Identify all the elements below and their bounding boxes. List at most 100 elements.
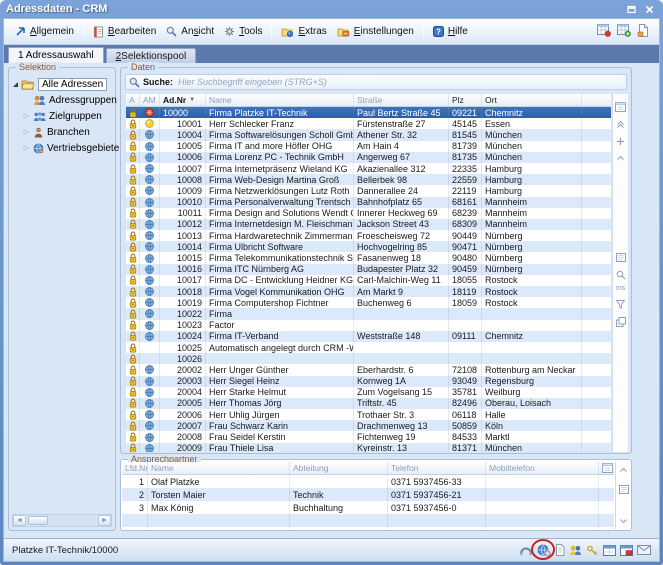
- address-row-10016[interactable]: 10016Firma ITC Nürnberg AGBudapester Pla…: [126, 264, 611, 275]
- search-input[interactable]: Suche: Hier Suchbegriff eingeben (STRG+S…: [125, 74, 627, 90]
- table-add-button[interactable]: [617, 24, 631, 40]
- contacts-column-header-name[interactable]: Name: [148, 462, 290, 474]
- contacts-column-header-ch[interactable]: [599, 462, 614, 474]
- menu-item-bearbeiten[interactable]: Bearbeiten: [88, 23, 161, 41]
- status-window-grid-icon[interactable]: [603, 545, 616, 556]
- address-row-10026[interactable]: 10026: [126, 353, 611, 364]
- tree-expander-closed-icon[interactable]: ▷: [23, 144, 30, 152]
- lock-icon: [129, 376, 137, 386]
- tree-item-vertriebsgebiete[interactable]: ▷Vertriebsgebiete: [11, 140, 113, 156]
- address-row-10007[interactable]: 10007Firma Internetpräsenz Wieland KGAka…: [126, 163, 611, 174]
- address-row-20007[interactable]: 20007Frau Schwarz KarinDrachmenweg 13508…: [126, 420, 611, 431]
- address-row-20009[interactable]: 20009Frau Thiele LisaKyreinstr. 1381371M…: [126, 443, 611, 452]
- menu-item-hilfe[interactable]: ?Hilfe: [428, 23, 473, 40]
- contacts-card-view-button[interactable]: [619, 485, 629, 494]
- address-row-10025[interactable]: 10025Automatisch angelegt durch CRM -Wie…: [126, 342, 611, 353]
- address-row-20002[interactable]: 20002Herr Unger GüntherEberhardstr. 6721…: [126, 364, 611, 375]
- column-header-plz[interactable]: Plz: [449, 94, 482, 106]
- cell-plz: 82496: [449, 398, 482, 409]
- scroll-up-button[interactable]: [616, 150, 625, 161]
- column-header-a[interactable]: A: [126, 94, 140, 106]
- cell-nr: 10004: [160, 129, 206, 140]
- status-mail-icon[interactable]: [637, 545, 651, 555]
- address-row-10005[interactable]: 10005Firma IT and more Höfler OHGAm Hain…: [126, 141, 611, 152]
- address-row-10014[interactable]: 10014Firma Ulbricht SoftwareHochvogelrin…: [126, 241, 611, 252]
- menu-item-extras[interactable]: Extras: [276, 23, 331, 40]
- address-row-10009[interactable]: 10009Firma Netzwerklösungen Lutz RothDan…: [126, 185, 611, 196]
- status-keys-icon[interactable]: [586, 545, 599, 556]
- address-row-20003[interactable]: 20003Herr Siegel HeinzKornweg 1A93049Reg…: [126, 376, 611, 387]
- tree-expander-closed-icon[interactable]: ▷: [23, 128, 30, 136]
- address-row-10004[interactable]: 10004Firma Softwarelösungen Scholl GmbHA…: [126, 129, 611, 140]
- address-row-10015[interactable]: 10015Firma Telekommunikationstechnik Sei…: [126, 252, 611, 263]
- address-row-10012[interactable]: 10012Firma Internetdesign M. Fleischmann…: [126, 219, 611, 230]
- scroll-right-icon[interactable]: ►: [98, 515, 111, 526]
- menu-item-tools[interactable]: Tools: [219, 23, 267, 40]
- column-header-ort[interactable]: Ort: [482, 94, 582, 106]
- expand-button[interactable]: [616, 133, 625, 146]
- address-row-20006[interactable]: 20006Herr Uhlig JürgenTrothaer Str. 3061…: [126, 409, 611, 420]
- column-header-name[interactable]: Name: [206, 94, 354, 106]
- address-row-10010[interactable]: 10010Firma Personalverwaltung Trentsch G…: [126, 197, 611, 208]
- filter-button[interactable]: [616, 296, 625, 309]
- tree-item-adressgruppen[interactable]: Adressgruppen: [11, 92, 113, 108]
- address-row-10011[interactable]: 10011Firma Design and Solutions Wendt Gm…: [126, 208, 611, 219]
- address-row-20005[interactable]: 20005Herr Thomas JörgTriftstr. 4582496Ob…: [126, 398, 611, 409]
- contacts-scroll-down-button[interactable]: [619, 518, 628, 525]
- column-header-nr[interactable]: Ad.Nr▼: [160, 94, 206, 106]
- scroll-left-icon[interactable]: ◄: [13, 515, 26, 526]
- column-header-strasse[interactable]: Straße: [354, 94, 449, 106]
- address-row-10017[interactable]: 10017Firma DC - Entwicklung Heidner KGCa…: [126, 275, 611, 286]
- tab-2[interactable]: 2 Selektionspool: [106, 48, 197, 63]
- address-row-10006[interactable]: 10006Firma Lorenz PC - Technik GmbHAnger…: [126, 152, 611, 163]
- tree-expander-open-icon[interactable]: [13, 82, 18, 87]
- table-red-button[interactable]: [597, 24, 611, 40]
- address-row-10019[interactable]: 10019Firma Computershop FichtnerBuchenwe…: [126, 297, 611, 308]
- contacts-column-header-nr[interactable]: Lfd.Nr.: [122, 462, 148, 474]
- contacts-column-header-mobil[interactable]: Mobiltelefon: [486, 462, 599, 474]
- contacts-scroll-up-button[interactable]: [619, 466, 628, 473]
- tree-item-alle-adressen[interactable]: Alle Adressen: [11, 76, 113, 92]
- address-row-10001[interactable]: 10001Herr Schlecker FranzFürstenstraße 2…: [126, 118, 611, 129]
- tree-horizontal-scrollbar[interactable]: ◄ ►: [12, 514, 112, 527]
- scroll-top-button[interactable]: [616, 116, 625, 129]
- status-document-icon[interactable]: [555, 544, 565, 556]
- address-row-10013[interactable]: 10013Firma Hardwaretechnik Zimmerman OHG…: [126, 230, 611, 241]
- tree-expander-closed-icon[interactable]: ▷: [23, 112, 30, 120]
- contact-row-3[interactable]: 3Max KönigBuchhaltung0371 5937456-0: [122, 501, 614, 514]
- address-row-10008[interactable]: 10008Firma Web-Design Martina GroßBeller…: [126, 174, 611, 185]
- contact-row-1[interactable]: 1Olaf Platzke0371 5937456-33: [122, 475, 614, 488]
- column-chooser-button[interactable]: [615, 98, 626, 112]
- address-row-10022[interactable]: 10022Firma: [126, 308, 611, 319]
- status-globe-gear-icon[interactable]: [537, 544, 551, 557]
- address-row-10000[interactable]: 10000Firma Platzke IT-TechnikPaul Bertz …: [126, 107, 611, 118]
- status-users-icon[interactable]: [569, 545, 582, 556]
- zoom-button[interactable]: [616, 266, 626, 280]
- contacts-column-header-telefon[interactable]: Telefon: [388, 462, 486, 474]
- scrollbar-thumb[interactable]: [28, 516, 48, 525]
- tab-1[interactable]: 1 Adressauswahl: [8, 47, 104, 63]
- address-row-10024[interactable]: 10024Firma IT-VerbandWeststraße 14809111…: [126, 331, 611, 342]
- layout-button[interactable]: [616, 313, 626, 327]
- menu-item-allgemein[interactable]: Allgemein: [10, 23, 79, 40]
- card-view-button[interactable]: [616, 249, 626, 262]
- close-button[interactable]: [642, 3, 657, 16]
- address-row-20008[interactable]: 20008Frau Seidel KerstinFichtenweg 19845…: [126, 431, 611, 442]
- menu-item-ansicht[interactable]: Ansicht: [161, 23, 219, 40]
- contacts-column-header-abteilung[interactable]: Abteilung: [290, 462, 388, 474]
- status-window-red-icon[interactable]: [620, 545, 633, 556]
- restore-button[interactable]: [624, 3, 639, 16]
- cell-a: [126, 364, 140, 375]
- address-row-10018[interactable]: 10018Firma Vogel Kommunikation OHGAm Mar…: [126, 286, 611, 297]
- ms-icon[interactable]: ms: [616, 285, 625, 292]
- address-row-10023[interactable]: 10023Factor: [126, 320, 611, 331]
- tree-item-branchen[interactable]: ▷Branchen: [11, 124, 113, 140]
- menu-item-einstellungen[interactable]: Einstellungen: [332, 23, 419, 40]
- cell-nr: 20006: [160, 409, 206, 420]
- tree-item-zielgruppen[interactable]: ▷Zielgruppen: [11, 108, 113, 124]
- column-header-am[interactable]: AM: [140, 94, 160, 106]
- column-header-extra[interactable]: [582, 94, 611, 106]
- address-row-20004[interactable]: 20004Herr Starke HelmutZum Vogelsang 153…: [126, 387, 611, 398]
- contact-row-2[interactable]: 2Torsten MaierTechnik0371 5937456-21: [122, 488, 614, 501]
- new-page-button[interactable]: [637, 24, 649, 40]
